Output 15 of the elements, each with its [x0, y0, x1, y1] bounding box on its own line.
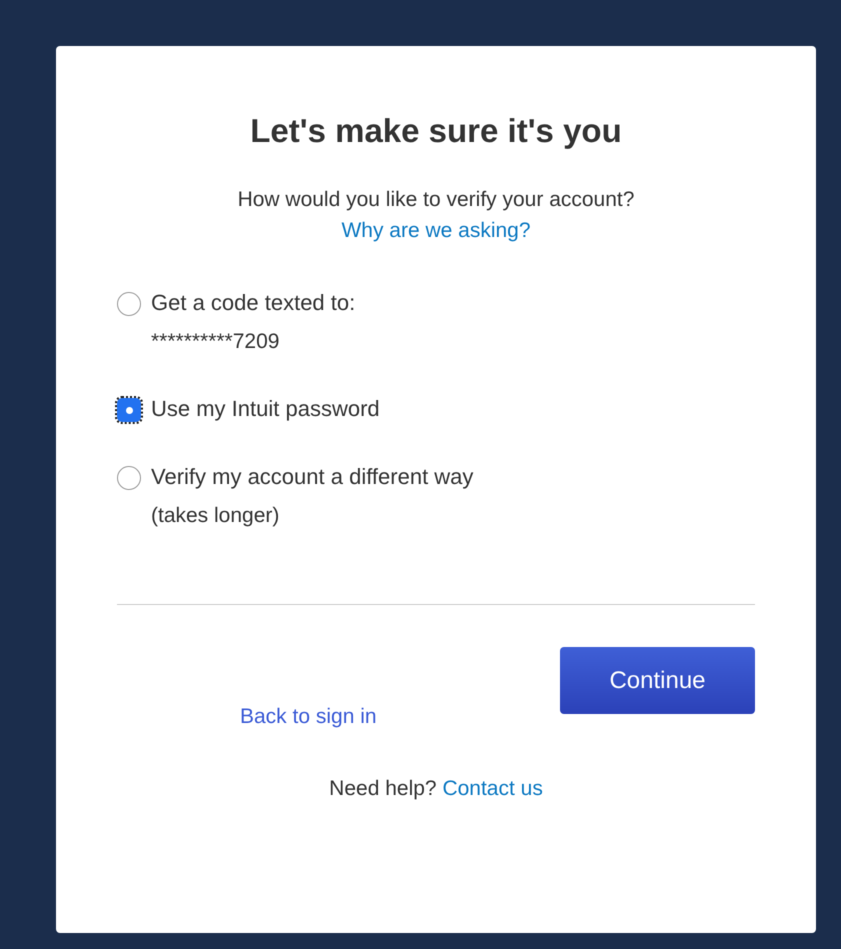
back-link[interactable]: Back to sign in	[240, 705, 377, 729]
option-detail: **********7209	[151, 330, 280, 354]
help-text: Need help? Contact us	[328, 777, 544, 801]
option-label[interactable]: Verify my account a different way	[151, 464, 474, 490]
radio-button[interactable]	[117, 292, 141, 316]
why-link[interactable]: Why are we asking?	[341, 215, 531, 246]
radio-button[interactable]	[117, 398, 141, 422]
option-label[interactable]: Use my Intuit password	[151, 396, 380, 422]
continue-button[interactable]: Continue	[560, 647, 755, 714]
option-detail: (takes longer)	[151, 504, 280, 528]
option-label[interactable]: Get a code texted to:	[151, 290, 356, 316]
question-text: How would you like to verify your account?	[236, 187, 636, 213]
dialog-title: Let's make sure it's you	[249, 112, 623, 150]
contact-link[interactable]: Contact us	[442, 777, 543, 800]
radio-button[interactable]	[117, 466, 141, 490]
